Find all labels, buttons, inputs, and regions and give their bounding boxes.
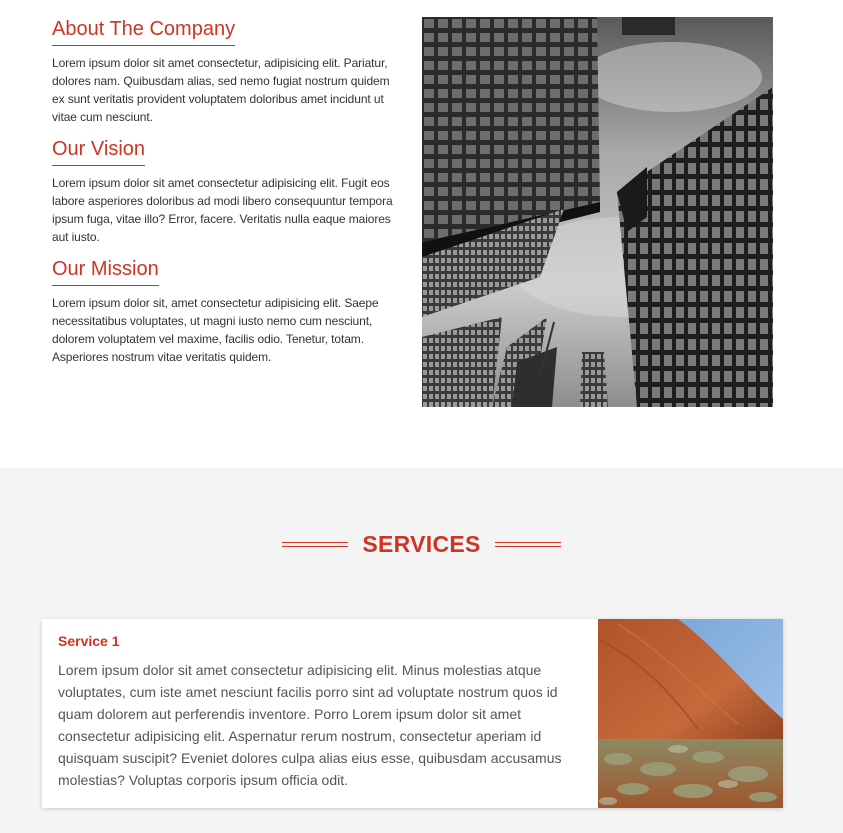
services-title: SERVICES bbox=[362, 530, 481, 557]
services-section: SERVICES Service 1 Lorem ipsum dolor sit… bbox=[0, 468, 843, 833]
about-company-block: About The Company Lorem ipsum dolor sit … bbox=[52, 16, 404, 126]
service-name: Service 1 bbox=[58, 633, 120, 649]
mission-heading: Our Mission bbox=[52, 256, 159, 286]
vision-block: Our Vision Lorem ipsum dolor sit amet co… bbox=[52, 136, 404, 246]
about-section: About The Company Lorem ipsum dolor sit … bbox=[0, 0, 843, 468]
title-rule-right bbox=[494, 541, 561, 547]
vision-text: Lorem ipsum dolor sit amet consectetur a… bbox=[52, 176, 393, 244]
service-text: Service 1 Lorem ipsum dolor sit amet con… bbox=[58, 633, 588, 791]
mission-block: Our Mission Lorem ipsum dolor sit, amet … bbox=[52, 256, 404, 366]
about-company-heading: About The Company bbox=[52, 16, 236, 46]
services-title-row: SERVICES bbox=[0, 528, 843, 560]
mission-text: Lorem ipsum dolor sit, amet consectetur … bbox=[52, 296, 379, 364]
desert-rock-photo bbox=[598, 619, 783, 808]
skyscrapers-photo bbox=[422, 17, 773, 407]
title-rule-left bbox=[282, 541, 349, 547]
about-text-column: About The Company Lorem ipsum dolor sit … bbox=[52, 16, 404, 376]
vision-heading: Our Vision bbox=[52, 136, 146, 166]
about-company-text: Lorem ipsum dolor sit amet consectetur, … bbox=[52, 56, 390, 124]
service-description: Lorem ipsum dolor sit amet consectetur a… bbox=[58, 662, 562, 788]
service-card: Service 1 Lorem ipsum dolor sit amet con… bbox=[42, 619, 783, 808]
